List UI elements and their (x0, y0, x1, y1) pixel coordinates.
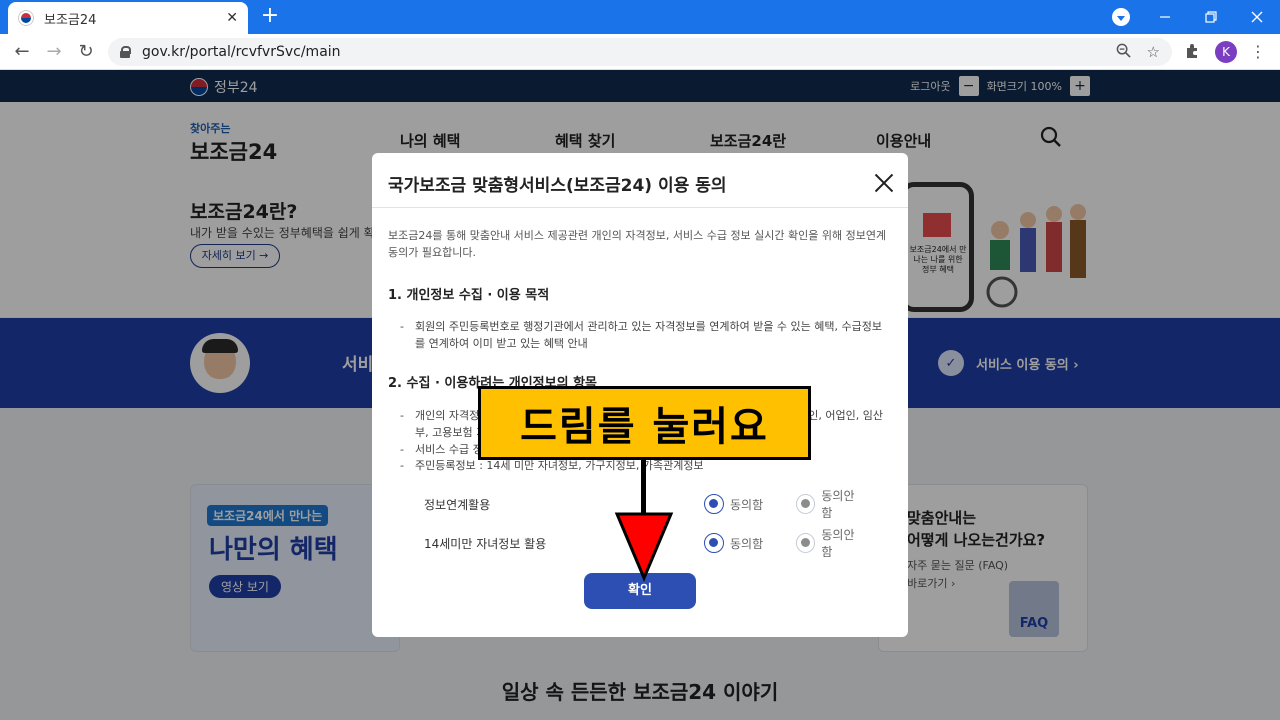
browser-tab[interactable]: 보조금24 ✕ (8, 2, 248, 34)
disagree-radio[interactable]: 동의안함 (796, 526, 864, 560)
restore-icon[interactable] (1188, 0, 1234, 34)
profile-avatar[interactable]: K (1215, 41, 1237, 63)
forward-arrow-icon[interactable]: → (42, 40, 66, 64)
taegeuk-favicon-icon (18, 10, 34, 26)
close-icon[interactable] (872, 171, 896, 195)
disagree-label: 동의안함 (821, 489, 855, 520)
browser-toolbar: ← → ↻ gov.kr/portal/rcvfvrSvc/main ☆ K ⋮ (0, 34, 1280, 70)
disagree-label: 동의안함 (821, 528, 855, 559)
modal-title: 국가보조금 맞춤형서비스(보조금24) 이용 동의 (388, 176, 727, 196)
agree-label: 동의함 (730, 536, 764, 551)
radio-unselected-icon (796, 533, 816, 553)
tab-title: 보조금24 (44, 12, 97, 28)
agree-label: 동의함 (730, 497, 764, 512)
disagree-radio[interactable]: 동의안함 (796, 487, 864, 521)
modal-divider (372, 207, 908, 208)
minimize-icon[interactable] (1142, 0, 1188, 34)
radio-selected-icon (704, 533, 724, 553)
modal-intro: 보조금24를 통해 맞춤안내 서비스 제공관련 개인의 자격정보, 서비스 수급… (388, 229, 887, 259)
back-arrow-icon[interactable]: ← (10, 40, 34, 64)
address-bar[interactable]: gov.kr/portal/rcvfvrSvc/main ☆ (108, 38, 1172, 66)
reload-icon[interactable]: ↻ (74, 40, 98, 64)
tab-close-icon[interactable]: ✕ (226, 10, 238, 26)
radio-selected-icon (704, 494, 724, 514)
agree-radio[interactable]: 동의함 (704, 494, 772, 514)
zoom-icon[interactable] (1116, 43, 1131, 62)
bookmark-star-icon[interactable]: ☆ (1147, 43, 1160, 61)
browser-tab-strip: 보조금24 ✕ + (0, 0, 1280, 34)
more-menu-icon[interactable]: ⋮ (1250, 42, 1266, 61)
tab-search-icon[interactable] (1112, 8, 1130, 26)
extensions-puzzle-icon[interactable] (1184, 43, 1200, 63)
section1-item: 회원의 주민등록번호로 행정기관에서 관리하고 있는 자격정보를 연계하여 받을… (400, 318, 886, 352)
agree-radio[interactable]: 동의함 (704, 533, 772, 553)
instruction-callout: 드림를 눌러요 (478, 386, 811, 460)
new-tab-button[interactable]: + (258, 5, 282, 29)
close-window-icon[interactable] (1234, 0, 1280, 34)
radio-unselected-icon (796, 494, 816, 514)
arrow-shaft (641, 460, 646, 518)
url-text[interactable]: gov.kr/portal/rcvfvrSvc/main (142, 44, 1100, 60)
lock-icon (120, 46, 131, 58)
red-arrow-icon (614, 512, 674, 582)
section1-title: 1. 개인정보 수집 · 이용 목적 (388, 288, 550, 303)
